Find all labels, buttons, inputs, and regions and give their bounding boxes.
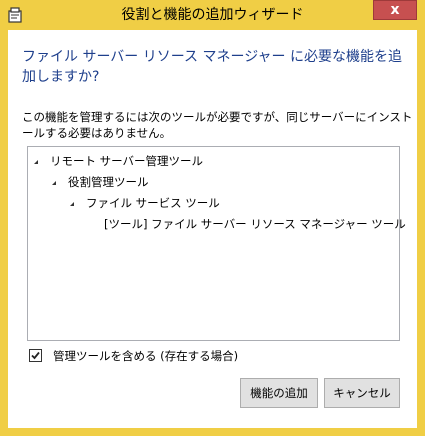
- checkmark-icon: [31, 351, 40, 360]
- tree-item-label: 役割管理ツール: [68, 175, 149, 189]
- add-features-button[interactable]: 機能の追加: [240, 378, 318, 408]
- expanded-triangle-icon[interactable]: [34, 160, 38, 164]
- window-title: 役割と機能の追加ウィザード: [121, 7, 304, 23]
- include-management-tools-checkbox[interactable]: [29, 349, 42, 362]
- close-icon: x: [390, 2, 400, 18]
- dialog-description: この機能を管理するには次のツールが必要ですが、同じサーバーにインストールする必要…: [22, 110, 413, 140]
- dialog-heading: ファイル サーバー リソース マネージャー に必要な機能を追加しますか?: [22, 49, 402, 85]
- title-bar[interactable]: 役割と機能の追加ウィザード x: [0, 0, 425, 30]
- close-button[interactable]: x: [373, 0, 417, 20]
- feature-tree[interactable]: リモート サーバー管理ツール 役割管理ツール ファイル サービス ツール [ツー…: [27, 146, 406, 341]
- tree-item-label: リモート サーバー管理ツール: [50, 154, 204, 168]
- include-management-tools-label: 管理ツールを含める (存在する場合): [53, 349, 239, 363]
- dialog-window: 役割と機能の追加ウィザード x ファイル サーバー リソース マネージャー に必…: [0, 0, 425, 436]
- expanded-triangle-icon[interactable]: [70, 202, 74, 206]
- tree-item-label: [ツール] ファイル サーバー リソース マネージャー ツール: [104, 217, 406, 231]
- tree-item-label: ファイル サービス ツール: [86, 196, 220, 210]
- cancel-button[interactable]: キャンセル: [324, 378, 400, 408]
- expanded-triangle-icon[interactable]: [52, 181, 56, 185]
